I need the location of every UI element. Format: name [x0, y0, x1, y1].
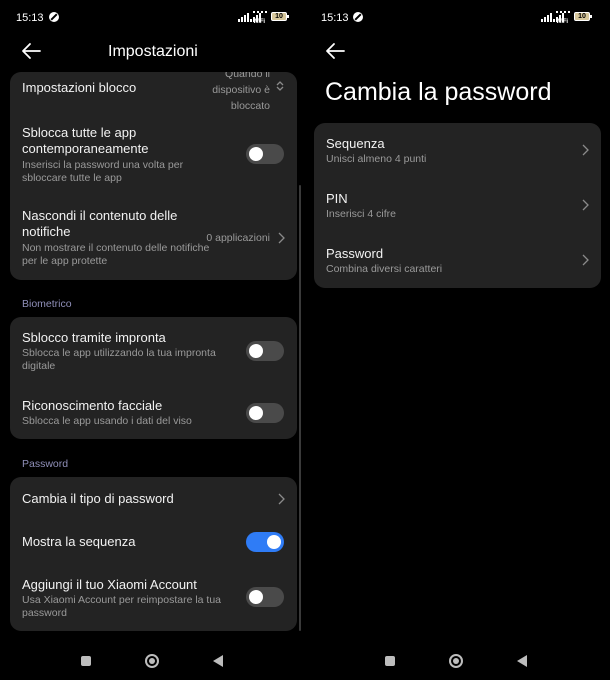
home-circle-icon[interactable] — [145, 654, 159, 668]
face-subtitle: Sblocca le app usando i dati del viso — [22, 415, 192, 427]
option-pin[interactable]: PIN Inserisci 4 cifre — [314, 178, 601, 233]
recents-square-icon[interactable] — [81, 656, 91, 666]
chevron-right-icon — [276, 493, 286, 505]
option-subtitle: Combina diversi caratteri — [326, 263, 443, 275]
unlock-all-subtitle: Inserisci la password una volta per sblo… — [22, 159, 184, 184]
fingerprint-toggle[interactable] — [246, 341, 284, 361]
xiaomi-account-title: Aggiungi il tuo Xiaomi Account — [22, 577, 197, 592]
fingerprint-row[interactable]: Sblocco tramite impronta Sblocca le app … — [10, 317, 297, 379]
fingerprint-title: Sblocco tramite impronta — [22, 330, 166, 345]
password-options-card: Sequenza Unisci almeno 4 punti PIN Inser… — [314, 123, 601, 288]
toggle-knob — [249, 406, 263, 420]
toggle-knob — [249, 147, 263, 161]
toggle-knob — [249, 590, 263, 604]
biometric-card: Sblocco tramite impronta Sblocca le app … — [10, 317, 297, 439]
status-bar: 15:13 WiFi 10 — [0, 0, 305, 36]
xiaomi-account-subtitle: Usa Xiaomi Account per reimpostare la tu… — [22, 594, 222, 619]
toggle-knob — [249, 344, 263, 358]
status-bar: 15:13 WiFi 10 — [307, 0, 610, 36]
password-section-label: Password — [22, 458, 69, 470]
xiaomi-account-row[interactable]: Aggiungi il tuo Xiaomi Account Usa Xiaom… — [10, 565, 297, 631]
show-pattern-row[interactable]: Mostra la sequenza — [10, 521, 297, 565]
signal-icon — [541, 13, 552, 22]
option-title: Sequenza — [326, 136, 385, 151]
option-title: PIN — [326, 191, 348, 206]
signal-icon — [238, 13, 249, 22]
back-arrow-icon[interactable] — [21, 42, 43, 62]
unlock-all-toggle[interactable] — [246, 144, 284, 164]
face-title: Riconoscimento facciale — [22, 398, 163, 413]
battery-icon: 10 — [271, 12, 289, 21]
xiaomi-account-toggle[interactable] — [246, 587, 284, 607]
unlock-all-row[interactable]: Sblocca tutte le app contemporaneamente … — [10, 120, 297, 192]
hide-content-value: 0 applicazioni — [206, 232, 270, 244]
lock-options-card: Impostazioni blocco Quando il dispositiv… — [10, 72, 297, 280]
face-row[interactable]: Riconoscimento facciale Sblocca le app u… — [10, 379, 297, 439]
toggle-knob — [267, 535, 281, 549]
change-type-title: Cambia il tipo di password — [22, 491, 174, 506]
chevron-updown-icon — [275, 80, 285, 92]
wifi-icon: WiFi — [253, 11, 267, 25]
unlock-all-title: Sblocca tutte le app contemporaneamente — [22, 125, 149, 156]
hide-content-title: Nascondi il contenuto delle notifiche — [22, 208, 178, 239]
face-toggle[interactable] — [246, 403, 284, 423]
do-not-disturb-icon — [353, 12, 363, 22]
chevron-right-icon — [580, 144, 590, 156]
settings-screen: 15:13 WiFi 10 Impostazioni Impostazioni … — [0, 0, 305, 680]
show-pattern-toggle[interactable] — [246, 532, 284, 552]
change-type-row[interactable]: Cambia il tipo di password — [10, 477, 297, 521]
lock-settings-value: Quando il dispositivo è bloccato — [212, 72, 270, 112]
option-password[interactable]: Password Combina diversi caratteri — [314, 233, 601, 288]
lock-settings-row[interactable]: Impostazioni blocco Quando il dispositiv… — [10, 72, 297, 120]
show-pattern-title: Mostra la sequenza — [22, 534, 136, 549]
fingerprint-subtitle: Sblocca le app utilizzando la tua impron… — [22, 347, 216, 372]
back-arrow-icon[interactable] — [325, 42, 347, 62]
chevron-right-icon — [580, 254, 590, 266]
home-circle-icon[interactable] — [449, 654, 463, 668]
lock-settings-title: Impostazioni blocco — [22, 80, 137, 95]
scrollbar[interactable] — [299, 185, 301, 631]
status-time: 15:13 — [321, 12, 349, 24]
biometric-section-label: Biometrico — [22, 298, 72, 310]
chevron-right-icon — [580, 199, 590, 211]
option-title: Password — [326, 246, 384, 261]
chevron-right-icon — [276, 232, 286, 244]
back-triangle-icon[interactable] — [213, 655, 223, 667]
wifi-icon: WiFi — [556, 11, 570, 25]
password-card: Cambia il tipo di password Mostra la seq… — [10, 477, 297, 631]
battery-icon: 10 — [574, 12, 592, 21]
recents-square-icon[interactable] — [385, 656, 395, 666]
page-title: Cambia la password — [325, 78, 552, 106]
change-password-screen: 15:13 WiFi 10 Cambia la password Sequenz… — [307, 0, 610, 680]
option-subtitle: Unisci almeno 4 punti — [326, 153, 427, 165]
option-subtitle: Inserisci 4 cifre — [326, 208, 397, 220]
page-title: Impostazioni — [108, 43, 198, 60]
option-sequenza[interactable]: Sequenza Unisci almeno 4 punti — [314, 123, 601, 178]
back-triangle-icon[interactable] — [517, 655, 527, 667]
hide-content-row[interactable]: Nascondi il contenuto delle notifiche No… — [10, 202, 297, 280]
status-time: 15:13 — [16, 12, 44, 24]
hide-content-subtitle: Non mostrare il contenuto delle notifich… — [22, 242, 210, 267]
do-not-disturb-icon — [49, 12, 59, 22]
